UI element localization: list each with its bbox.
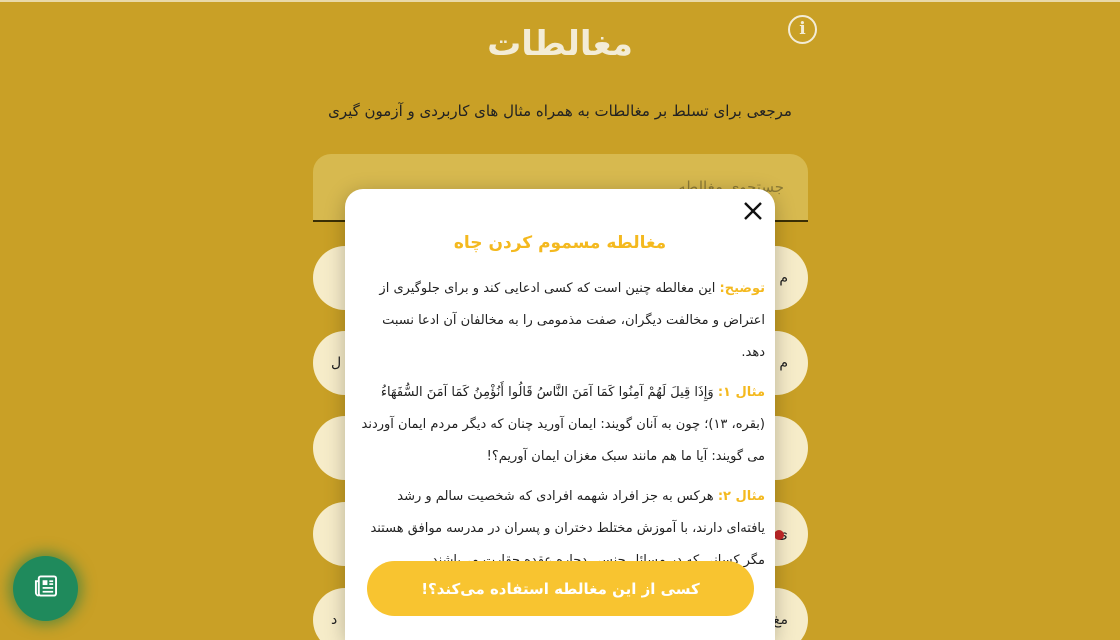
who-uses-fallacy-button[interactable]: کسی از این مغالطه استفاده می‌کند؟!: [367, 561, 754, 616]
list-item-label: مغ: [773, 612, 788, 628]
status-dot: [774, 530, 784, 540]
description-paragraph: توضیح: این مغالطه چنین است که کسی ادعایی…: [355, 273, 765, 369]
newspaper-icon: [34, 575, 57, 597]
example-2-text: هرکس به جز افراد شهمه افرادی که شخصیت سا…: [370, 489, 765, 568]
list-item-label: م: [779, 270, 788, 286]
description-label: توضیح:: [719, 281, 765, 296]
app-subtitle: مرجعی برای تسلط بر مغالطات به همراه مثال…: [328, 102, 792, 120]
example-2-label: مثال ۲:: [717, 489, 765, 504]
app-title: مغالطات: [487, 24, 633, 64]
list-item-fragment: د: [331, 612, 338, 628]
example-1-paragraph: مثال ۱: وَإِذَا قِيلَ لَهُمْ آمِنُوا كَم…: [355, 377, 766, 473]
example-1-label: مثال ۱:: [717, 385, 765, 400]
modal-body: توضیح: این مغالطه چنین است که کسی ادعایی…: [355, 273, 766, 585]
fallacy-detail-modal: مغالطه مسموم کردن چاه توضیح: این مغالطه …: [345, 189, 775, 640]
close-icon[interactable]: [741, 199, 765, 223]
example-1-text: وَإِذَا قِيلَ لَهُمْ آمِنُوا كَمَا آمَنَ…: [361, 385, 766, 464]
list-item-fragment: ل: [331, 355, 342, 371]
info-icon[interactable]: i: [788, 15, 817, 44]
news-fab-button[interactable]: [13, 556, 78, 621]
description-text: این مغالطه چنین است که کسی ادعایی کند و …: [379, 281, 765, 360]
modal-title: مغالطه مسموم کردن چاه: [453, 233, 667, 253]
top-border: [0, 0, 1120, 2]
list-item-label: م: [779, 355, 788, 371]
